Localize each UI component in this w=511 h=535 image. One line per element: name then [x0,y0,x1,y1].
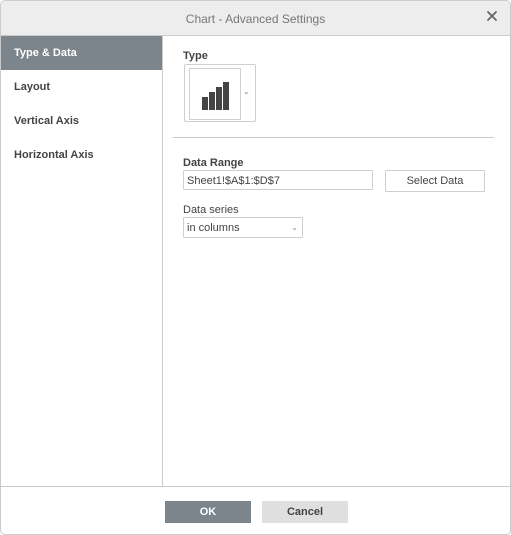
cancel-button[interactable]: Cancel [262,501,348,523]
data-series-value: in columns [187,222,240,234]
chevron-down-icon: ⌄ [243,87,250,96]
sidebar-item-type-data[interactable]: Type & Data [1,36,162,70]
sidebar: Type & Data Layout Vertical Axis Horizon… [1,36,163,486]
dialog-footer: OK Cancel [1,486,510,534]
close-icon [486,10,498,22]
sidebar-item-vertical-axis[interactable]: Vertical Axis [1,104,162,138]
sidebar-item-horizontal-axis[interactable]: Horizontal Axis [1,138,162,172]
data-range-label: Data Range [183,157,244,169]
section-divider [173,137,494,138]
chart-type-picker[interactable]: ⌄ [184,64,256,122]
column-chart-icon [202,82,229,110]
advanced-settings-dialog: Chart - Advanced Settings Type & Data La… [0,0,511,535]
close-button[interactable] [484,8,500,24]
title-bar: Chart - Advanced Settings [1,1,510,36]
select-data-button[interactable]: Select Data [385,170,485,192]
content-panel: Type ⌄ Data Range Sheet1!$A$1:$D$7 Selec… [163,36,510,486]
data-series-label: Data series [183,204,239,216]
chart-type-preview [189,68,241,120]
data-series-select[interactable]: in columns ⌄ [183,217,303,238]
ok-button[interactable]: OK [165,501,251,523]
type-label: Type [183,50,208,62]
chevron-down-icon: ⌄ [291,223,298,232]
data-range-input[interactable]: Sheet1!$A$1:$D$7 [183,170,373,190]
sidebar-item-layout[interactable]: Layout [1,70,162,104]
dialog-title: Chart - Advanced Settings [185,12,326,26]
